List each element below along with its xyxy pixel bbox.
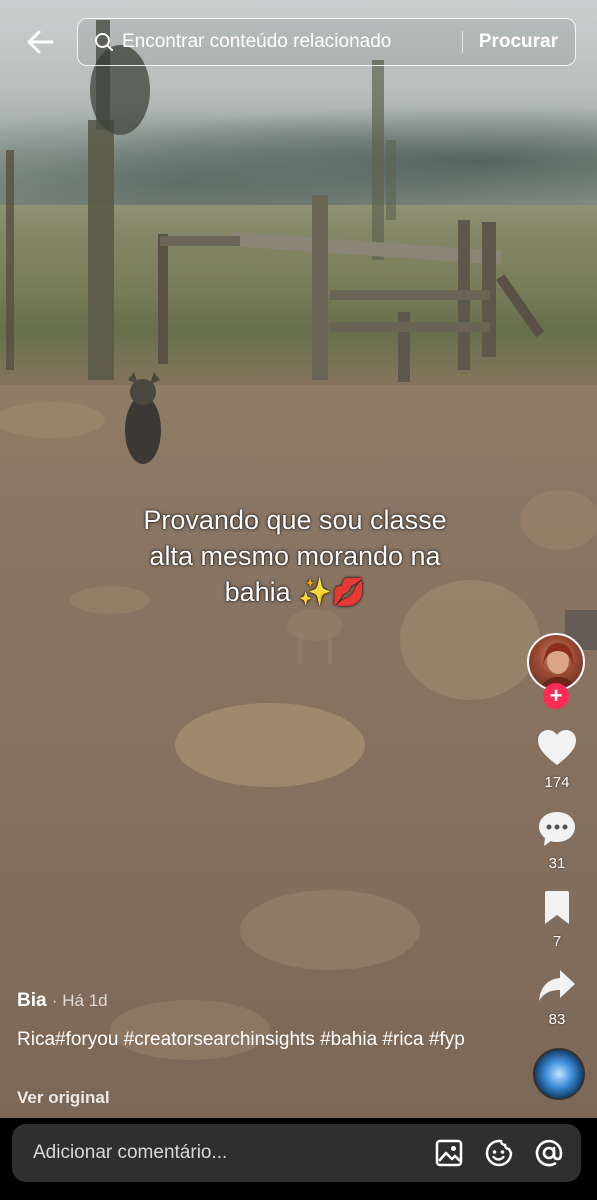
save-button[interactable]: 7 [527, 890, 587, 950]
like-button[interactable]: 174 [527, 729, 587, 791]
search-button[interactable]: Procurar [479, 31, 558, 53]
comment-box[interactable]: Adicionar comentário... [12, 1124, 581, 1182]
emoji-icon[interactable] [484, 1138, 514, 1168]
post-time: Há 1d [62, 991, 108, 1010]
video-overlay-text: Provando que sou classe alta mesmo moran… [90, 502, 500, 610]
comment-bar: Adicionar comentário... [0, 1118, 597, 1200]
comment-button[interactable]: 31 [527, 810, 587, 872]
music-disc[interactable] [533, 1048, 585, 1100]
comment-count: 31 [548, 855, 566, 872]
heart-icon [538, 730, 576, 765]
search-icon [94, 32, 114, 52]
share-count: 83 [548, 1011, 566, 1028]
comment-input[interactable]: Adicionar comentário... [33, 1142, 434, 1164]
comment-bubble-icon [539, 812, 575, 846]
post-time-separator: · [51, 991, 63, 1010]
top-search-bar: Encontrar conteúdo relacionado Procurar [0, 14, 597, 68]
like-count: 174 [544, 774, 570, 791]
post-description[interactable]: Rica#foryou #creatorsearchinsights #bahi… [17, 1027, 507, 1053]
search-divider [461, 31, 463, 53]
search-input[interactable]: Encontrar conteúdo relacionado [122, 31, 462, 53]
back-button[interactable] [22, 24, 58, 60]
author-name[interactable]: Bia [17, 990, 47, 1011]
follow-button[interactable]: + [543, 683, 569, 709]
share-button[interactable]: 83 [527, 968, 587, 1028]
save-count: 7 [552, 933, 562, 950]
image-icon[interactable] [434, 1138, 464, 1168]
at-icon[interactable] [534, 1138, 564, 1168]
author-row: Bia · Há 1d [17, 990, 108, 1012]
see-original-link[interactable]: Ver original [17, 1088, 110, 1108]
overlay-text-line: Provando que sou classe [143, 505, 447, 535]
overlay-text-line: bahia ✨💋 [224, 577, 366, 607]
search-box[interactable]: Encontrar conteúdo relacionado Procurar [77, 18, 576, 66]
arrow-left-icon [27, 30, 54, 54]
share-arrow-icon [539, 970, 575, 1001]
overlay-text-line: alta mesmo morando na [149, 541, 441, 571]
bookmark-icon [545, 891, 569, 924]
